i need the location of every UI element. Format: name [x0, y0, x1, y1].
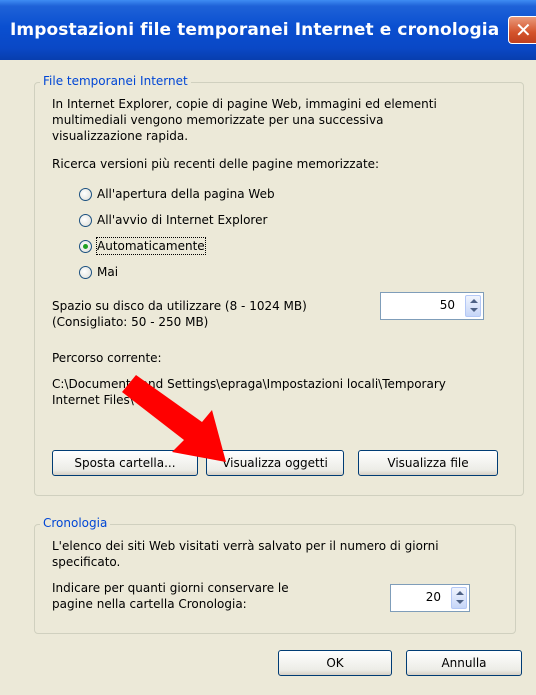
- red-arrow-icon: [122, 375, 226, 462]
- dialog-window: Impostazioni file temporanei Internet e …: [0, 0, 536, 695]
